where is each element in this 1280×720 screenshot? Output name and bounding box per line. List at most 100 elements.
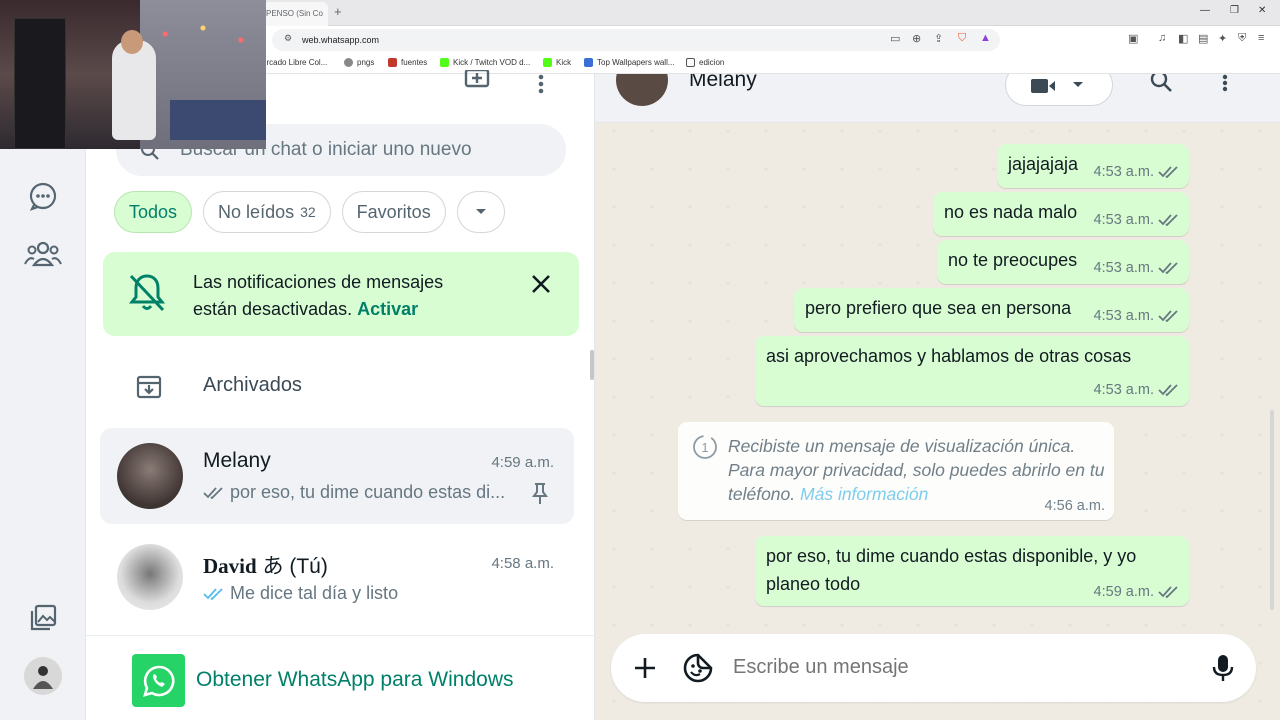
media-icon[interactable]: ♫ (1158, 32, 1166, 44)
message-bubble[interactable]: pero prefiero que sea en persona 4:53 a.… (794, 288, 1189, 332)
message-time: 4:59 a.m. (1093, 584, 1154, 600)
archived-row[interactable]: Archivados (86, 357, 595, 415)
new-chat-icon[interactable] (464, 68, 492, 90)
message-bubble[interactable]: asi aprovechamos y hablamos de otras cos… (755, 336, 1189, 406)
share-icon[interactable]: ⇪ (934, 32, 943, 45)
message-time: 4:56 a.m. (1044, 498, 1105, 514)
pin-icon (344, 58, 353, 67)
conversation-menu-icon[interactable] (1222, 74, 1228, 92)
chat-list-scrollbar[interactable] (590, 350, 594, 380)
message-time: 4:53 a.m. (1093, 260, 1154, 276)
profile-avatar[interactable] (23, 656, 63, 696)
bookmark-kick[interactable]: Kick (543, 58, 571, 67)
message-text: asi aprovechamos y hablamos de otras cos… (766, 346, 1132, 366)
chevron-down-icon (475, 209, 486, 214)
bookmark-fuentes[interactable]: fuentes (388, 58, 427, 67)
url-text: web.whatsapp.com (302, 35, 380, 45)
minimize-button[interactable]: — (1200, 5, 1210, 16)
message-bubble[interactable]: jajajajaja 4:53 a.m. (997, 144, 1189, 188)
chat-time: 4:59 a.m. (491, 454, 554, 471)
double-check-icon (1158, 310, 1178, 323)
microphone-icon[interactable] (1207, 652, 1239, 684)
favicon-icon (440, 58, 449, 67)
contact-name[interactable]: Melany (689, 74, 757, 92)
message-bubble[interactable]: no te preocupes 4:53 a.m. (937, 240, 1189, 284)
message-time: 4:53 a.m. (1093, 212, 1154, 228)
conversation-panel: Melany jajajajaja 4:53 a.m. no es nada m… (595, 74, 1280, 720)
message-text: por eso, tu dime cuando estas disponible… (766, 546, 1137, 566)
chevron-down-icon (1073, 82, 1083, 87)
filter-favorites-chip[interactable]: Favoritos (341, 191, 446, 233)
chat-preview-text: Me dice tal día y listo (230, 583, 399, 603)
video-call-button[interactable] (1005, 74, 1113, 106)
wallet-icon[interactable]: ▤ (1198, 32, 1208, 45)
install-app-icon[interactable]: ▭ (890, 32, 900, 45)
chat-item-melany[interactable]: Melany 4:59 a.m. por eso, tu dime cuando… (100, 428, 574, 524)
bookmark-wallpapers[interactable]: Top Wallpapers wall... (584, 58, 675, 67)
leo-icon[interactable]: ✦ (1218, 32, 1227, 45)
panel-icon[interactable]: ◧ (1178, 32, 1188, 45)
message-input[interactable] (733, 656, 1173, 679)
new-tab-button[interactable]: + (334, 4, 342, 19)
site-info-icon[interactable]: ⚙ (284, 33, 292, 44)
nav-rail (0, 74, 86, 720)
more-info-link[interactable]: Más información (800, 484, 928, 504)
message-text-line2: planeo todo (766, 574, 861, 594)
bookmark-mercadolibre[interactable]: ercado Libre Col... (262, 58, 327, 67)
favicon-icon (388, 58, 397, 67)
chat-name-bold: David (203, 554, 257, 578)
double-check-icon (1158, 586, 1178, 599)
get-whatsapp-link[interactable]: Obtener WhatsApp para Windows (196, 668, 513, 692)
double-check-icon (203, 486, 223, 499)
sidebar-menu-icon[interactable] (538, 74, 544, 94)
chat-preview-text: por eso, tu dime cuando estas di... (230, 482, 506, 502)
bookmark-folder-edicion[interactable]: edicion (686, 58, 724, 67)
media-gallery-icon[interactable] (23, 598, 63, 638)
webcam-person (112, 40, 156, 140)
favicon-icon (584, 58, 593, 67)
notification-text: Las notificaciones de mensajes están des… (193, 269, 443, 323)
chat-list-panel: Buscar un chat o iniciar uno nuevo Todos… (86, 68, 595, 720)
notification-banner: Las notificaciones de mensajes están des… (103, 252, 579, 336)
brave-shield-icon[interactable]: ⛉ (958, 32, 966, 45)
menu-icon[interactable]: ≡ (1258, 32, 1264, 44)
zoom-icon[interactable]: ⊕ (912, 32, 921, 45)
bookmark-label: Top Wallpapers wall... (597, 58, 675, 67)
bookmark-kick-twitch[interactable]: Kick / Twitch VOD d... (440, 58, 530, 67)
conversation-scrollbar[interactable] (1270, 410, 1274, 610)
filter-more-button[interactable] (456, 191, 505, 233)
message-meta: 4:53 a.m. (1094, 212, 1180, 228)
svg-text:1: 1 (701, 440, 708, 455)
chat-name: David あ (Tú) (203, 550, 328, 580)
brave-rewards-icon[interactable]: ▲ (980, 32, 991, 44)
filter-unread-chip[interactable]: No leídos 32 (203, 191, 331, 233)
vpn-icon[interactable]: ⛨ (1238, 32, 1246, 45)
webcam-fridge (14, 18, 66, 149)
view-once-message[interactable]: 1 Recibiste un mensaje de visualización … (678, 422, 1114, 520)
browser-tab[interactable]: PENSO (Sin Co (258, 2, 328, 26)
chip-label: No leídos (218, 201, 295, 222)
webcam-overlay (0, 0, 266, 149)
conversation-header: Melany (595, 74, 1280, 123)
attach-plus-icon[interactable] (629, 652, 661, 684)
sidebar-toggle-icon[interactable]: ▣ (1128, 32, 1138, 45)
bookmark-pngs[interactable]: pngs (344, 58, 374, 67)
filter-all-chip[interactable]: Todos (114, 191, 193, 233)
enable-notifications-link[interactable]: Activar (357, 299, 418, 319)
channels-icon[interactable] (23, 176, 63, 216)
bookmark-label: Kick / Twitch VOD d... (453, 58, 531, 67)
close-window-button[interactable]: ✕ (1258, 5, 1266, 16)
chat-item-david[interactable]: David あ (Tú) 4:58 a.m. Me dice tal día y… (100, 529, 574, 625)
message-time: 4:53 a.m. (1093, 164, 1154, 180)
message-bubble[interactable]: no es nada malo 4:53 a.m. (933, 192, 1189, 236)
view-once-line1: Recibiste un mensaje de visualización ún… (728, 436, 1076, 456)
get-whatsapp-banner[interactable]: Obtener WhatsApp para Windows (86, 635, 595, 720)
archive-icon (136, 375, 162, 399)
search-icon[interactable] (1149, 74, 1173, 93)
restore-button[interactable]: ❐ (1230, 5, 1239, 16)
message-bubble[interactable]: por eso, tu dime cuando estas disponible… (755, 536, 1189, 606)
close-icon[interactable] (531, 274, 551, 294)
communities-icon[interactable] (23, 234, 63, 274)
sticker-icon[interactable] (682, 652, 714, 684)
contact-avatar[interactable] (616, 74, 668, 106)
